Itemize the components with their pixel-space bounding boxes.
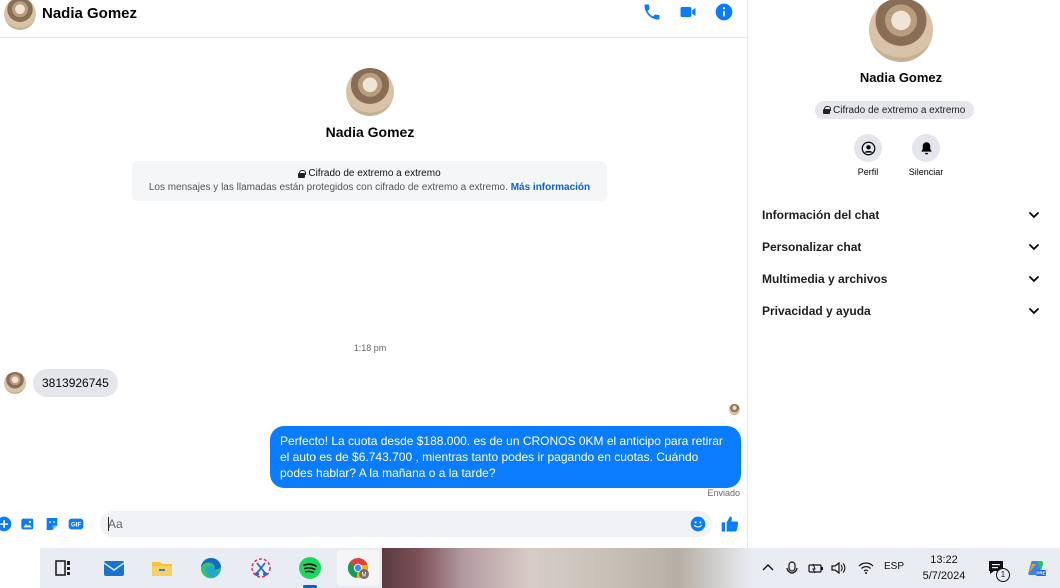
mute-button[interactable]: Silenciar	[907, 134, 945, 177]
clock-date: 5/7/2024	[922, 570, 966, 582]
system-clock[interactable]: 13:22 5/7/2024	[912, 552, 976, 584]
menu-privacy-help[interactable]: Privacidad y ayuda	[762, 295, 1040, 327]
encryption-title: Cifrado de extremo a extremo	[308, 168, 441, 179]
spotify-button[interactable]	[295, 554, 325, 588]
notification-count-badge: 1	[996, 568, 1010, 582]
menu-customize-chat[interactable]: Personalizar chat	[762, 231, 1040, 263]
battery-icon[interactable]	[808, 561, 824, 580]
desktop-wallpaper-strip	[382, 548, 752, 588]
chevron-up-icon[interactable]	[761, 561, 775, 580]
mute-label: Silenciar	[908, 167, 944, 177]
edge-browser-button[interactable]	[196, 554, 226, 582]
bell-icon	[921, 141, 931, 154]
task-view-button[interactable]	[48, 554, 78, 582]
menu-chat-info[interactable]: Información del chat	[762, 199, 1040, 231]
gif-icon[interactable]: GIF	[68, 516, 84, 532]
profile-button[interactable]: Perfil	[849, 134, 887, 177]
folder-icon	[152, 562, 172, 576]
lock-icon	[823, 106, 831, 114]
message-input-wrapper	[100, 511, 712, 537]
chat-header: Nadia Gomez	[0, 0, 748, 38]
plus-circle-icon[interactable]	[0, 516, 12, 532]
svg-text:GIF: GIF	[71, 523, 81, 529]
details-menu: Información del chat Personalizar chat M…	[762, 199, 1040, 327]
edge-icon	[200, 557, 221, 579]
encryption-title-row: Cifrado de extremo a extremo	[132, 168, 607, 179]
emoji-icon[interactable]	[690, 516, 706, 532]
profile-icon	[861, 141, 875, 155]
message-timestamp: 1:18 pm	[353, 343, 387, 353]
taskbar-search-area[interactable]	[0, 548, 40, 588]
windows-taskbar: M ESP 13:22 5/7/2024 1 PRE	[0, 548, 1060, 588]
details-name[interactable]: Nadia Gomez	[749, 70, 1053, 85]
header-actions	[642, 2, 734, 22]
encryption-badge[interactable]: Cifrado de extremo a extremo	[815, 101, 975, 119]
profile-circle[interactable]	[854, 134, 882, 162]
menu-item-label: Multimedia y archivos	[762, 272, 888, 286]
mail-icon	[103, 561, 125, 576]
intro-name[interactable]: Nadia Gomez	[0, 124, 740, 140]
chat-pane: Nadia Gomez Nadia Gomez Cifrado de extre…	[0, 0, 748, 548]
copilot-icon[interactable]: PRE	[1026, 558, 1046, 583]
menu-item-label: Información del chat	[762, 208, 880, 222]
chevron-down-icon	[1029, 212, 1039, 219]
text-caret	[108, 517, 109, 531]
encryption-badge-label: Cifrado de extremo a extremo	[833, 104, 966, 116]
details-avatar[interactable]	[869, 0, 933, 62]
menu-media-files[interactable]: Multimedia y archivos	[762, 263, 1040, 295]
svg-text:M: M	[362, 573, 367, 579]
conversation-intro: Nadia Gomez	[0, 68, 740, 140]
chrome-browser-button[interactable]: M	[337, 550, 379, 586]
lock-icon	[298, 169, 307, 178]
encryption-description-row: Los mensajes y las llamadas están proteg…	[132, 182, 607, 193]
task-view-icon	[55, 560, 70, 576]
sender-avatar[interactable]	[4, 372, 26, 394]
meet-now-icon[interactable]	[786, 561, 800, 580]
sticker-icon[interactable]	[44, 516, 60, 532]
encryption-description: Los mensajes y las llamadas están proteg…	[148, 182, 508, 193]
spotify-icon	[299, 557, 321, 579]
conversation-details-pane: Nadia Gomez Cifrado de extremo a extremo…	[749, 0, 1060, 548]
wifi-icon[interactable]	[858, 561, 874, 580]
menu-item-label: Personalizar chat	[762, 240, 862, 254]
video-call-icon[interactable]	[678, 2, 698, 22]
incoming-message: 3813926745	[4, 369, 118, 397]
chevron-down-icon	[1029, 276, 1039, 283]
more-info-link[interactable]: Más información	[511, 182, 590, 193]
outgoing-bubble[interactable]: Perfecto! La cuota desde $188.000. es de…	[270, 426, 741, 488]
info-icon[interactable]	[714, 2, 734, 22]
contact-name[interactable]: Nadia Gomez	[42, 5, 137, 22]
file-explorer-button[interactable]	[147, 554, 177, 582]
message-status: Enviado	[707, 488, 740, 498]
encryption-notice: Cifrado de extremo a extremo Los mensaje…	[132, 161, 607, 201]
chrome-icon: M	[347, 558, 369, 579]
snipping-tool-button[interactable]	[246, 554, 276, 582]
details-actions: Perfil Silenciar	[849, 134, 945, 177]
clock-time: 13:22	[930, 554, 958, 566]
message-input[interactable]	[100, 511, 670, 537]
scissors-icon	[251, 558, 271, 578]
chevron-down-icon	[1029, 308, 1039, 315]
contact-avatar[interactable]	[4, 0, 36, 30]
gallery-icon[interactable]	[20, 516, 36, 532]
svg-text:PRE: PRE	[1036, 571, 1045, 576]
incoming-bubble[interactable]: 3813926745	[33, 369, 118, 397]
like-icon[interactable]	[720, 514, 740, 534]
seen-avatar	[729, 404, 740, 415]
volume-icon[interactable]	[831, 561, 847, 580]
mail-app-button[interactable]	[99, 554, 129, 582]
composer: GIF	[0, 508, 748, 540]
intro-avatar[interactable]	[346, 68, 394, 116]
mute-circle[interactable]	[912, 134, 940, 162]
phone-icon[interactable]	[642, 2, 662, 22]
menu-item-label: Privacidad y ayuda	[762, 304, 871, 318]
input-language[interactable]: ESP	[884, 561, 904, 572]
chevron-down-icon	[1029, 244, 1039, 251]
profile-label: Perfil	[857, 167, 879, 177]
